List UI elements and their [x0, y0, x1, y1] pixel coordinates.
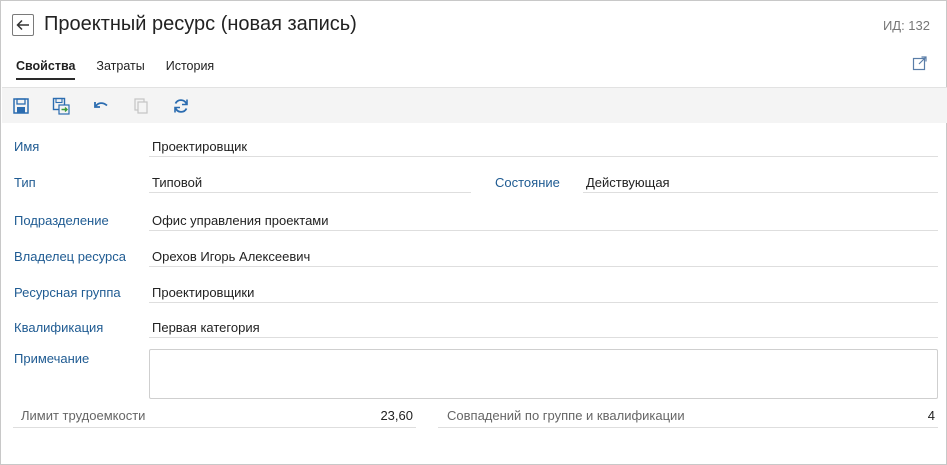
labor-limit-value: 23,60 [380, 408, 413, 423]
department-field[interactable]: Офис управления проектами [152, 213, 329, 228]
save-button[interactable] [11, 96, 31, 116]
type-label: Тип [14, 175, 36, 190]
back-button[interactable] [12, 14, 34, 36]
owner-label: Владелец ресурса [14, 249, 127, 264]
save-and-close-button[interactable] [51, 96, 71, 116]
type-field-underline [149, 192, 471, 193]
matches-value: 4 [927, 408, 935, 423]
note-textarea[interactable] [149, 349, 938, 399]
matches-label: Совпадений по группе и квалификации [447, 408, 685, 423]
owner-field[interactable]: Орехов Игорь Алексеевич [152, 249, 310, 264]
arrow-left-icon [16, 19, 29, 31]
record-id: ИД: 132 [882, 18, 930, 33]
copy-icon [134, 98, 148, 114]
qualification-field-underline [149, 337, 938, 338]
refresh-button[interactable] [171, 96, 191, 116]
resource-group-field[interactable]: Проектировщики [152, 285, 254, 300]
matches-underline [438, 427, 938, 428]
state-field[interactable]: Действующая [586, 175, 670, 190]
type-field[interactable]: Типовой [152, 175, 202, 190]
resource-group-field-underline [149, 302, 938, 303]
copy-button[interactable] [131, 96, 151, 116]
qualification-label: Квалификация [14, 320, 104, 335]
department-field-underline [149, 230, 938, 231]
labor-limit-underline [13, 427, 416, 428]
refresh-icon [174, 99, 188, 113]
open-in-new-window-button[interactable] [912, 55, 928, 71]
save-and-close-icon [52, 97, 70, 115]
labor-limit-label: Лимит трудоемкости [21, 408, 146, 423]
tab-history[interactable]: История [166, 59, 214, 80]
open-in-new-window-icon [912, 56, 927, 71]
resource-group-label: Ресурсная группа [14, 285, 121, 300]
page-title: Проектный ресурс (новая запись) [44, 13, 357, 35]
toolbar [2, 87, 947, 123]
department-label: Подразделение [14, 213, 109, 228]
name-label: Имя [14, 139, 40, 154]
tab-properties[interactable]: Свойства [16, 59, 76, 80]
note-label: Примечание [14, 351, 90, 366]
record-window: Проектный ресурс (новая запись) ИД: 132 … [0, 0, 947, 465]
tab-bar: Свойства Затраты История [16, 59, 235, 80]
undo-button[interactable] [91, 96, 111, 116]
qualification-field[interactable]: Первая категория [152, 320, 260, 335]
tab-costs[interactable]: Затраты [96, 59, 144, 80]
owner-field-underline [149, 266, 938, 267]
name-field[interactable]: Проектировщик [152, 139, 247, 154]
undo-icon [94, 102, 108, 108]
name-field-underline [149, 156, 938, 157]
save-icon [13, 98, 29, 114]
state-label: Состояние [495, 175, 560, 190]
state-field-underline [583, 192, 938, 193]
